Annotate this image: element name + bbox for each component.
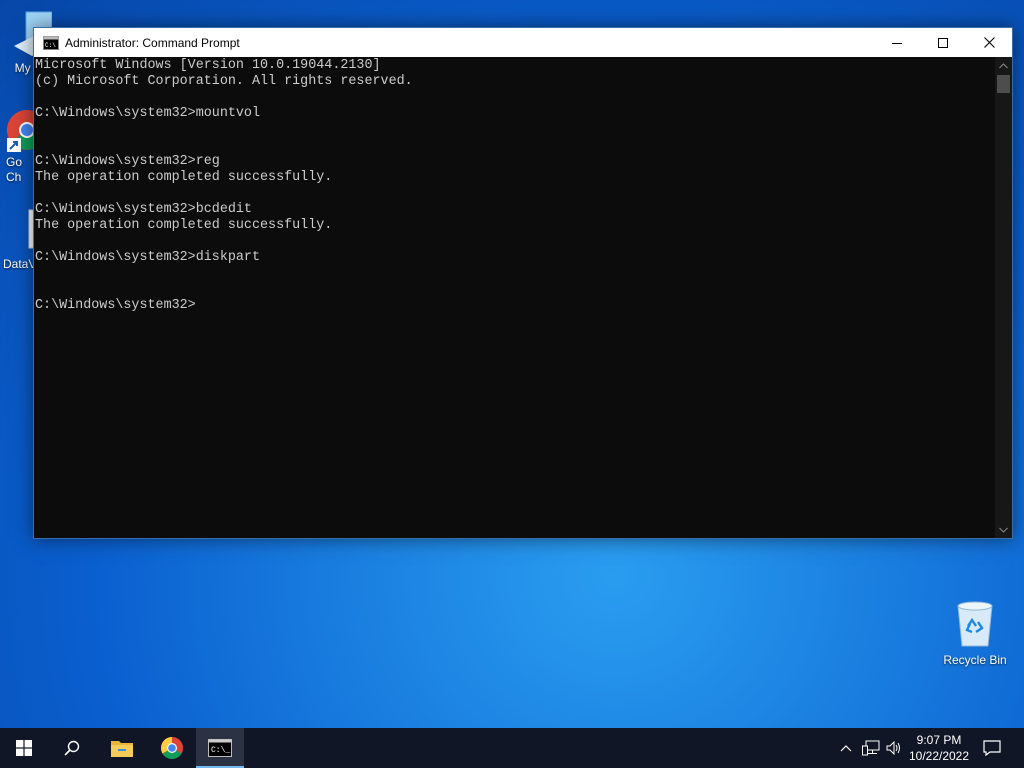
console-line: C:\Windows\system32>mountvol xyxy=(35,106,260,121)
command-prompt-icon: C:\_ xyxy=(208,739,232,757)
taskbar: C:\_ 9:07 PM 10/22/2022 xyxy=(0,728,1024,768)
desktop-icon-recycle-bin[interactable]: Recycle Bin xyxy=(937,600,1013,668)
console-line: The operation completed successfully. xyxy=(35,218,333,233)
vertical-scrollbar[interactable] xyxy=(995,57,1012,538)
command-prompt-icon: C:\ xyxy=(43,35,59,50)
chrome-icon xyxy=(161,737,183,759)
console-line: C:\Windows\system32>diskpart xyxy=(35,250,260,265)
svg-text:C:\: C:\ xyxy=(45,42,56,49)
recycle-bin-icon xyxy=(957,601,993,647)
console-output[interactable]: Microsoft Windows [Version 10.0.19044.21… xyxy=(34,57,995,538)
command-prompt-window[interactable]: C:\ Administrator: Command Prompt Micros… xyxy=(33,27,1013,539)
chevron-up-icon xyxy=(999,62,1008,68)
chevron-up-icon xyxy=(840,745,852,752)
notification-icon xyxy=(983,740,1001,756)
scroll-down-button[interactable] xyxy=(995,521,1012,538)
console-line: (c) Microsoft Corporation. All rights re… xyxy=(35,74,413,89)
svg-text:C:\_: C:\_ xyxy=(211,746,230,755)
clock-date: 10/22/2022 xyxy=(908,749,970,763)
console-line: C:\Windows\system32>reg xyxy=(35,154,220,169)
show-hidden-icons-button[interactable] xyxy=(836,728,856,768)
close-button[interactable] xyxy=(966,28,1012,57)
taskbar-file-explorer[interactable] xyxy=(98,728,146,768)
notifications-button[interactable] xyxy=(980,728,1004,768)
scroll-up-button[interactable] xyxy=(995,57,1012,74)
chevron-down-icon xyxy=(999,527,1008,533)
scrollbar-thumb[interactable] xyxy=(997,75,1010,93)
file-explorer-icon xyxy=(111,741,133,757)
title-bar[interactable]: C:\ Administrator: Command Prompt xyxy=(34,28,1012,57)
start-icon xyxy=(16,740,32,756)
minimize-icon xyxy=(892,42,902,44)
taskbar-chrome[interactable] xyxy=(148,728,196,768)
taskbar-command-prompt[interactable]: C:\_ xyxy=(196,728,244,768)
clock-time: 9:07 PM xyxy=(916,733,962,747)
start-button[interactable] xyxy=(0,728,48,768)
search-icon xyxy=(64,740,80,756)
console-line: The operation completed successfully. xyxy=(35,170,333,185)
maximize-icon xyxy=(938,37,948,48)
network-icon xyxy=(862,740,880,756)
console-line: Microsoft Windows [Version 10.0.19044.21… xyxy=(35,58,381,73)
network-button[interactable] xyxy=(860,728,882,768)
console-line: C:\Windows\system32>bcdedit xyxy=(35,202,252,217)
window-title: Administrator: Command Prompt xyxy=(65,35,240,50)
minimize-button[interactable] xyxy=(874,28,920,57)
close-icon xyxy=(983,37,995,48)
clock[interactable]: 9:07 PM 10/22/2022 xyxy=(900,728,978,768)
desktop-icon-label: Recycle Bin xyxy=(943,653,1007,667)
search-button[interactable] xyxy=(48,728,96,768)
console-line: C:\Windows\system32> xyxy=(35,298,196,313)
maximize-button[interactable] xyxy=(920,28,966,57)
